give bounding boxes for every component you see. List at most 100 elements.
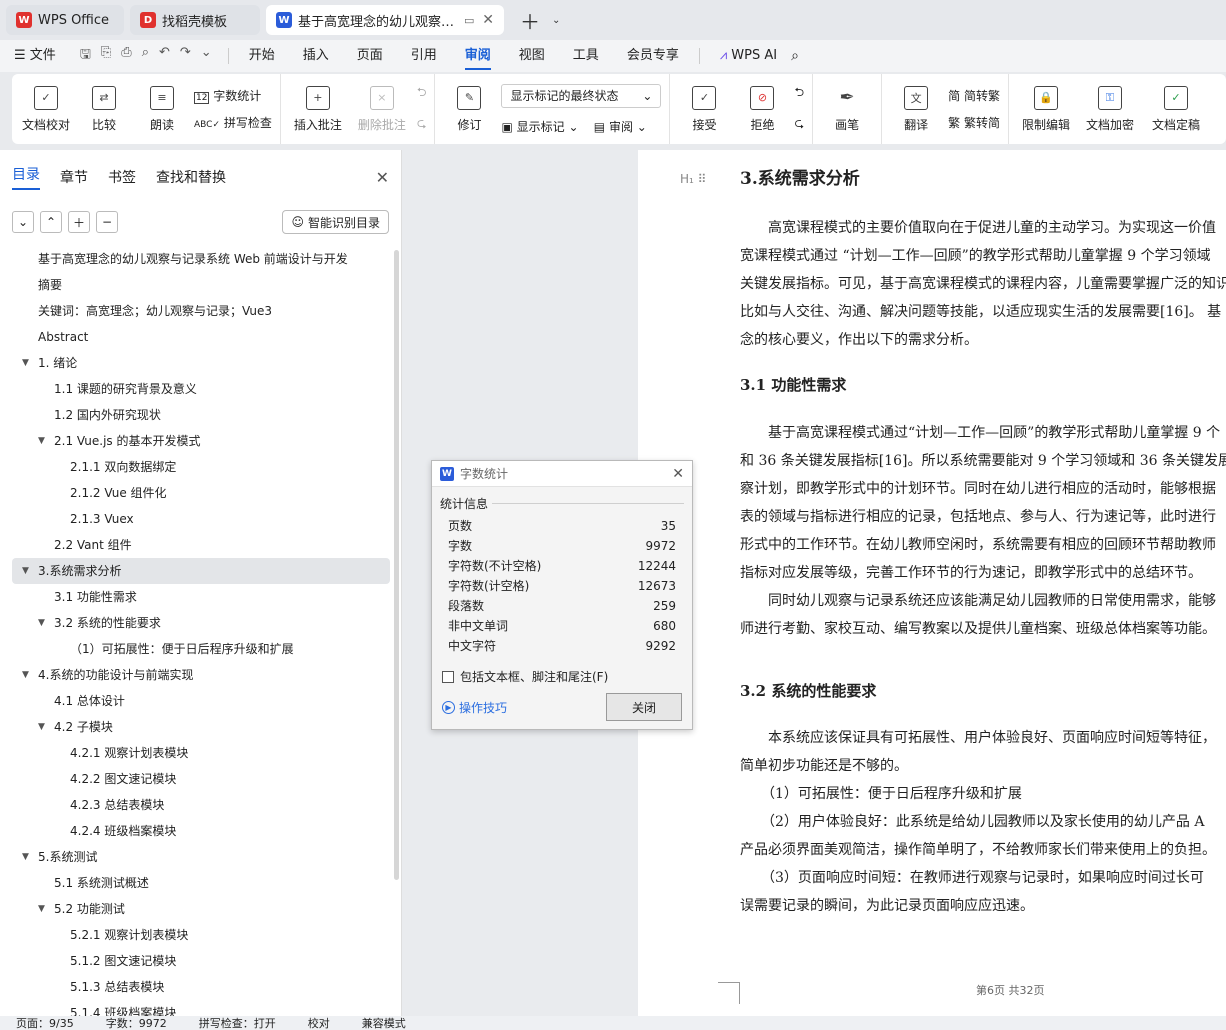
- expand-arrow-icon[interactable]: ▼: [38, 896, 45, 922]
- document-page[interactable]: H₁ ⠿ 3.系统需求分析 高宽课程模式的主要价值取向在于促进儿童的主动学习。为…: [638, 150, 1226, 1016]
- close-icon[interactable]: ✕: [376, 168, 389, 187]
- expand-arrow-icon[interactable]: ▼: [22, 350, 29, 376]
- tips-link[interactable]: ▶ 操作技巧: [442, 699, 507, 716]
- menu-review[interactable]: 审阅: [451, 40, 505, 72]
- toc-item[interactable]: ▼ 2.1 Vue.js 的基本开发模式: [12, 428, 390, 454]
- toc-item[interactable]: （1）可拓展性：便于日后程序升级和扩展: [12, 636, 390, 662]
- menu-member[interactable]: 会员专享: [613, 40, 693, 72]
- status-proof[interactable]: 校对: [292, 1016, 346, 1030]
- reject-button[interactable]: ⊘ 拒绝: [736, 85, 788, 133]
- undo-icon[interactable]: ↶: [159, 45, 170, 67]
- show-markup-button[interactable]: ▣ 显示标记 ⌄: [501, 120, 578, 134]
- file-menu[interactable]: ☰ 文件: [0, 40, 70, 72]
- encrypt-button[interactable]: ⚿ 文档加密: [1081, 85, 1139, 133]
- accept-button[interactable]: ✓ 接受: [678, 85, 730, 133]
- toc-item[interactable]: 5.1 系统测试概述: [12, 870, 390, 896]
- toc-item[interactable]: ▼ 5.系统测试: [12, 844, 390, 870]
- menu-tools[interactable]: 工具: [559, 40, 613, 72]
- toc-item[interactable]: 4.2.3 总结表模块: [12, 792, 390, 818]
- word-count-button[interactable]: 12 字数统计: [194, 87, 272, 104]
- close-button[interactable]: 关闭: [606, 693, 682, 721]
- toc-item[interactable]: ▼ 3.系统需求分析: [12, 558, 390, 584]
- toc-item[interactable]: 4.2.4 班级档案模块: [12, 818, 390, 844]
- translate-button[interactable]: 文翻译: [890, 85, 942, 133]
- add-icon[interactable]: ＋: [68, 211, 90, 233]
- menu-page[interactable]: 页面: [343, 40, 397, 72]
- heading-handle-icon[interactable]: H₁ ⠿: [680, 172, 706, 186]
- close-icon[interactable]: ✕: [672, 466, 684, 482]
- to-traditional-button[interactable]: 简 简转繁: [948, 87, 1000, 104]
- close-tab-icon[interactable]: ✕: [482, 12, 494, 28]
- prev-comment-icon[interactable]: ⮌: [417, 83, 427, 104]
- toc-item[interactable]: 2.1.3 Vuex: [12, 506, 390, 532]
- scrollbar[interactable]: [394, 250, 399, 880]
- smart-toc-button[interactable]: ☺ 智能识别目录: [282, 210, 389, 234]
- delete-comment-button[interactable]: × 删除批注: [353, 85, 411, 133]
- toc-item[interactable]: 5.1.3 总结表模块: [12, 974, 390, 1000]
- tab-bookmark[interactable]: 书签: [108, 167, 136, 187]
- restrict-edit-button[interactable]: 🔒 限制编辑: [1017, 85, 1075, 133]
- toc-item[interactable]: 5.2.1 观察计划表模块: [12, 922, 390, 948]
- menu-start[interactable]: 开始: [235, 40, 289, 72]
- expand-down-icon[interactable]: ⌄: [12, 211, 34, 233]
- toc-item[interactable]: ▼ 5.2 功能测试: [12, 896, 390, 922]
- menu-reference[interactable]: 引用: [397, 40, 451, 72]
- insert-comment-button[interactable]: + 插入批注: [289, 85, 347, 133]
- to-simplified-button[interactable]: 繁 繁转简: [948, 114, 1000, 131]
- toc-item[interactable]: 4.2.2 图文速记模块: [12, 766, 390, 792]
- toc-item[interactable]: 1.1 课题的研究背景及意义: [12, 376, 390, 402]
- redo-icon[interactable]: ↷: [180, 45, 191, 67]
- expand-arrow-icon[interactable]: ▼: [22, 844, 29, 870]
- finalize-button[interactable]: ✓ 文档定稿: [1145, 85, 1207, 133]
- toc-item[interactable]: 关键词：高宽理念；幼儿观察与记录；Vue3: [12, 298, 390, 324]
- toc-item[interactable]: 2.2 Vant 组件: [12, 532, 390, 558]
- status-spell[interactable]: 拼写检查：打开: [183, 1016, 292, 1030]
- tab-wps-office[interactable]: W WPS Office: [6, 5, 124, 35]
- search-icon[interactable]: ⌕: [791, 48, 799, 64]
- toc-item[interactable]: ▼ 4.2 子模块: [12, 714, 390, 740]
- revise-button[interactable]: ✎ 修订: [443, 85, 495, 133]
- toc-item[interactable]: 4.2.1 观察计划表模块: [12, 740, 390, 766]
- next-comment-icon[interactable]: ⮎: [417, 114, 427, 135]
- toc-item[interactable]: 基于高宽理念的幼儿观察与记录系统 Web 前端设计与开发: [12, 246, 390, 272]
- tab-chapter[interactable]: 章节: [60, 167, 88, 187]
- expand-arrow-icon[interactable]: ▼: [22, 558, 29, 584]
- collapse-up-icon[interactable]: ⌃: [40, 211, 62, 233]
- tab-template[interactable]: D 找稻壳模板: [130, 5, 260, 35]
- window-icon[interactable]: ▭: [464, 14, 474, 27]
- review-pane-button[interactable]: ▤ 审阅 ⌄: [594, 120, 647, 134]
- save-icon[interactable]: 🖫: [80, 45, 91, 67]
- read-aloud-button[interactable]: ≡ 朗读: [136, 85, 188, 133]
- toc-item[interactable]: 2.1.1 双向数据绑定: [12, 454, 390, 480]
- status-words[interactable]: 字数：9972: [90, 1016, 183, 1030]
- toc-item[interactable]: 1.2 国内外研究现状: [12, 402, 390, 428]
- remove-icon[interactable]: −: [96, 211, 118, 233]
- toc-item[interactable]: Abstract: [12, 324, 390, 350]
- prev-change-icon[interactable]: ⮌: [794, 83, 804, 104]
- toc-item[interactable]: 2.1.2 Vue 组件化: [12, 480, 390, 506]
- toc-item[interactable]: 3.1 功能性需求: [12, 584, 390, 610]
- expand-arrow-icon[interactable]: ▼: [38, 714, 45, 740]
- include-textbox-checkbox[interactable]: 包括文本框、脚注和尾注(F): [432, 656, 692, 685]
- spell-check-button[interactable]: ABC✓ 拼写检查: [194, 114, 272, 131]
- toc-item[interactable]: ▼ 4.系统的功能设计与前端实现: [12, 662, 390, 688]
- doc-check-button[interactable]: ✓ 文档校对: [20, 85, 72, 133]
- expand-arrow-icon[interactable]: ▼: [22, 662, 29, 688]
- pen-button[interactable]: ✒ 画笔: [821, 86, 873, 133]
- more-chevron-icon[interactable]: ⌄: [201, 45, 212, 67]
- toc-item[interactable]: 摘要: [12, 272, 390, 298]
- expand-arrow-icon[interactable]: ▼: [38, 610, 45, 636]
- menu-view[interactable]: 视图: [505, 40, 559, 72]
- menu-insert[interactable]: 插入: [289, 40, 343, 72]
- toc-item[interactable]: 5.1.2 图文速记模块: [12, 948, 390, 974]
- new-tab-icon[interactable]: ＋: [520, 6, 540, 35]
- preview-icon[interactable]: ⌕: [142, 45, 149, 67]
- toc-item[interactable]: 4.1 总体设计: [12, 688, 390, 714]
- tab-toc[interactable]: 目录: [12, 164, 40, 190]
- export-icon[interactable]: ⎘: [101, 45, 111, 67]
- tab-find-replace[interactable]: 查找和替换: [156, 167, 226, 187]
- markup-state-select[interactable]: 显示标记的最终状态 ⌄: [501, 83, 662, 108]
- toc-item[interactable]: ▼ 3.2 系统的性能要求: [12, 610, 390, 636]
- wps-ai-button[interactable]: ⩘ WPS AI: [706, 40, 791, 72]
- compare-button[interactable]: ⇄ 比较: [78, 85, 130, 133]
